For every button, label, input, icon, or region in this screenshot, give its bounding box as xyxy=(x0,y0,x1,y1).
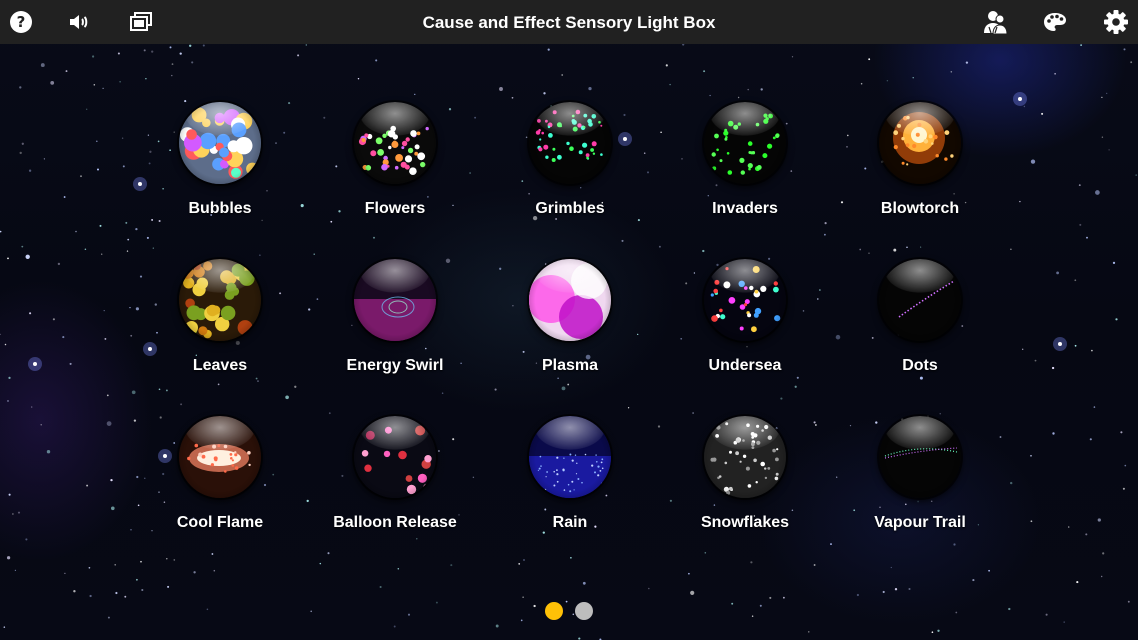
effect-label: Dots xyxy=(902,357,938,374)
leaves-icon xyxy=(179,259,261,341)
page-indicator-dot-1[interactable] xyxy=(545,602,563,620)
effect-tile[interactable]: Leaves xyxy=(145,259,295,399)
effect-tile[interactable]: Grimbles xyxy=(495,102,645,242)
effect-tile[interactable]: Blowtorch xyxy=(845,102,995,242)
effect-label: Undersea xyxy=(708,357,782,374)
vapour-trail-icon xyxy=(879,416,961,498)
effect-tile[interactable]: Energy Swirl xyxy=(320,259,470,399)
effect-tile[interactable]: Rain xyxy=(495,416,645,556)
effect-label: Balloon Release xyxy=(333,514,457,531)
effect-tile[interactable]: Cool Flame xyxy=(145,416,295,556)
effect-tile[interactable]: Invaders xyxy=(670,102,820,242)
effect-label: Plasma xyxy=(541,357,599,374)
effect-label: Cool Flame xyxy=(176,514,264,531)
effect-label: Blowtorch xyxy=(880,200,960,217)
effect-label: Invaders xyxy=(712,200,778,217)
effect-label: Bubbles xyxy=(188,200,252,217)
effect-label: Flowers xyxy=(364,200,426,217)
bubbles-icon xyxy=(179,102,261,184)
effect-tile[interactable]: Flowers xyxy=(320,102,470,242)
balloon-release-icon xyxy=(354,416,436,498)
grimbles-icon xyxy=(529,102,611,184)
effect-label: Energy Swirl xyxy=(346,357,444,374)
effect-tile[interactable]: Snowflakes xyxy=(670,416,820,556)
flowers-icon xyxy=(354,102,436,184)
snowflakes-icon xyxy=(704,416,786,498)
effect-label: Vapour Trail xyxy=(874,514,966,531)
plasma-icon xyxy=(529,259,611,341)
effect-tile[interactable]: Plasma xyxy=(495,259,645,399)
effect-tile[interactable]: Dots xyxy=(845,259,995,399)
effect-tile[interactable]: Vapour Trail xyxy=(845,416,995,556)
effect-label: Snowflakes xyxy=(700,514,790,531)
effect-tile[interactable]: Balloon Release xyxy=(320,416,470,556)
blowtorch-icon xyxy=(879,102,961,184)
effect-label: Grimbles xyxy=(535,200,605,217)
effect-tile[interactable]: Undersea xyxy=(670,259,820,399)
invaders-icon xyxy=(704,102,786,184)
effect-tile[interactable]: Bubbles xyxy=(145,102,295,242)
page-indicator-dot-2[interactable] xyxy=(575,602,593,620)
energy-swirl-icon xyxy=(354,259,436,341)
rain-icon xyxy=(529,416,611,498)
effect-label: Rain xyxy=(552,514,588,531)
dots-icon xyxy=(879,259,961,341)
undersea-icon xyxy=(704,259,786,341)
cool-flame-icon xyxy=(179,416,261,498)
effects-grid: Bubbles Flowers Grimbles Invaders Blowtorch L… xyxy=(0,0,1138,640)
effect-label: Leaves xyxy=(192,357,248,374)
